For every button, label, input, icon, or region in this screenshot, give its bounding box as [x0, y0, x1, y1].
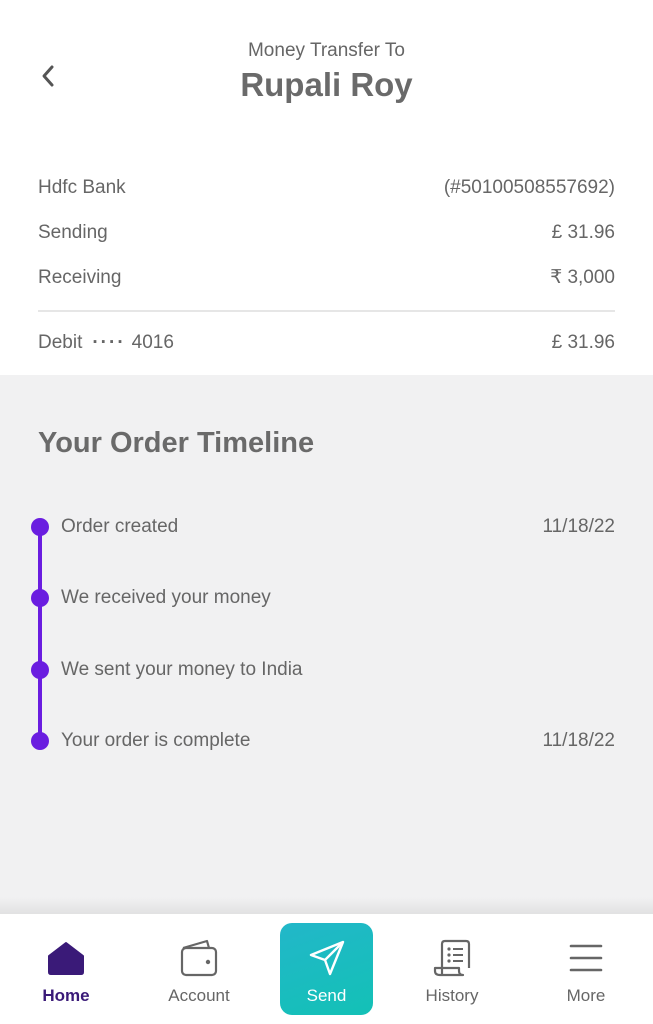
debit-value: £ 31.96 [551, 331, 615, 353]
nav-more-label: More [566, 986, 606, 1005]
bank-label: Hdfc Bank [38, 176, 126, 198]
timeline-step: Order created 11/18/22 [0, 512, 653, 542]
timeline-step-date: 11/18/22 [542, 516, 615, 537]
timeline-line [38, 527, 42, 741]
debit-row: Debit ···· 4016 £ 31.96 [38, 320, 615, 365]
timeline-dot [31, 589, 49, 607]
receiving-row: Receiving ₹ 3,000 [38, 255, 615, 300]
bottom-nav: Home Account Send History More [0, 914, 653, 1024]
nav-home[interactable]: Home [6, 914, 126, 1024]
nav-shadow [0, 897, 653, 915]
timeline-step-label: We received your money [61, 587, 271, 608]
receiving-value: ₹ 3,000 [550, 267, 615, 288]
header-subtitle: Money Transfer To [247, 40, 405, 61]
sending-label: Sending [38, 221, 108, 243]
nav-send-label: Send [306, 986, 347, 1005]
order-timeline: Order created 11/18/22 We received your … [0, 491, 653, 751]
timeline-dot [31, 518, 49, 536]
debit-info: Debit ···· 4016 [38, 332, 174, 354]
timeline-step-label: We sent your money to India [61, 659, 303, 680]
timeline-step-label: Order created [61, 516, 179, 537]
order-timeline-section: Your Order Timeline Order created 11/18/… [0, 375, 653, 915]
nav-history[interactable]: History [392, 914, 512, 1024]
details-divider [38, 310, 615, 312]
nav-history-label: History [425, 986, 479, 1005]
card-last4: 4016 [131, 331, 174, 353]
header: Money Transfer To Rupali Roy [0, 0, 653, 150]
nav-send-button[interactable]: Send [280, 923, 373, 1015]
timeline-step-date: 11/18/22 [542, 730, 615, 751]
timeline-step-label: Your order is complete [61, 730, 251, 751]
timeline-step: We sent your money to India [0, 655, 653, 685]
home-icon [44, 936, 88, 980]
sending-row: Sending £ 31.96 [38, 210, 615, 255]
timeline-dot [31, 661, 49, 679]
recipient-name: Rupali Roy [240, 66, 413, 103]
nav-more[interactable]: More [526, 914, 646, 1024]
transfer-details: Hdfc Bank (#50100508557692) Sending £ 31… [38, 165, 615, 365]
nav-account[interactable]: Account [139, 914, 259, 1024]
receiving-label: Receiving [38, 266, 122, 288]
timeline-step: We received your money [0, 583, 653, 613]
nav-account-label: Account [168, 986, 230, 1005]
timeline-step: Your order is complete 11/18/22 [0, 726, 653, 756]
wallet-icon [177, 936, 221, 980]
bank-account: (#50100508557692) [443, 176, 615, 198]
send-icon [305, 936, 349, 980]
card-mask: ···· [92, 331, 126, 353]
debit-label: Debit [38, 331, 83, 353]
receipt-icon [430, 936, 474, 980]
bank-row: Hdfc Bank (#50100508557692) [38, 165, 615, 210]
timeline-dot [31, 732, 49, 750]
timeline-heading: Your Order Timeline [38, 427, 315, 459]
nav-home-label: Home [42, 986, 90, 1005]
sending-value: £ 31.96 [551, 221, 615, 243]
menu-icon [564, 936, 608, 980]
